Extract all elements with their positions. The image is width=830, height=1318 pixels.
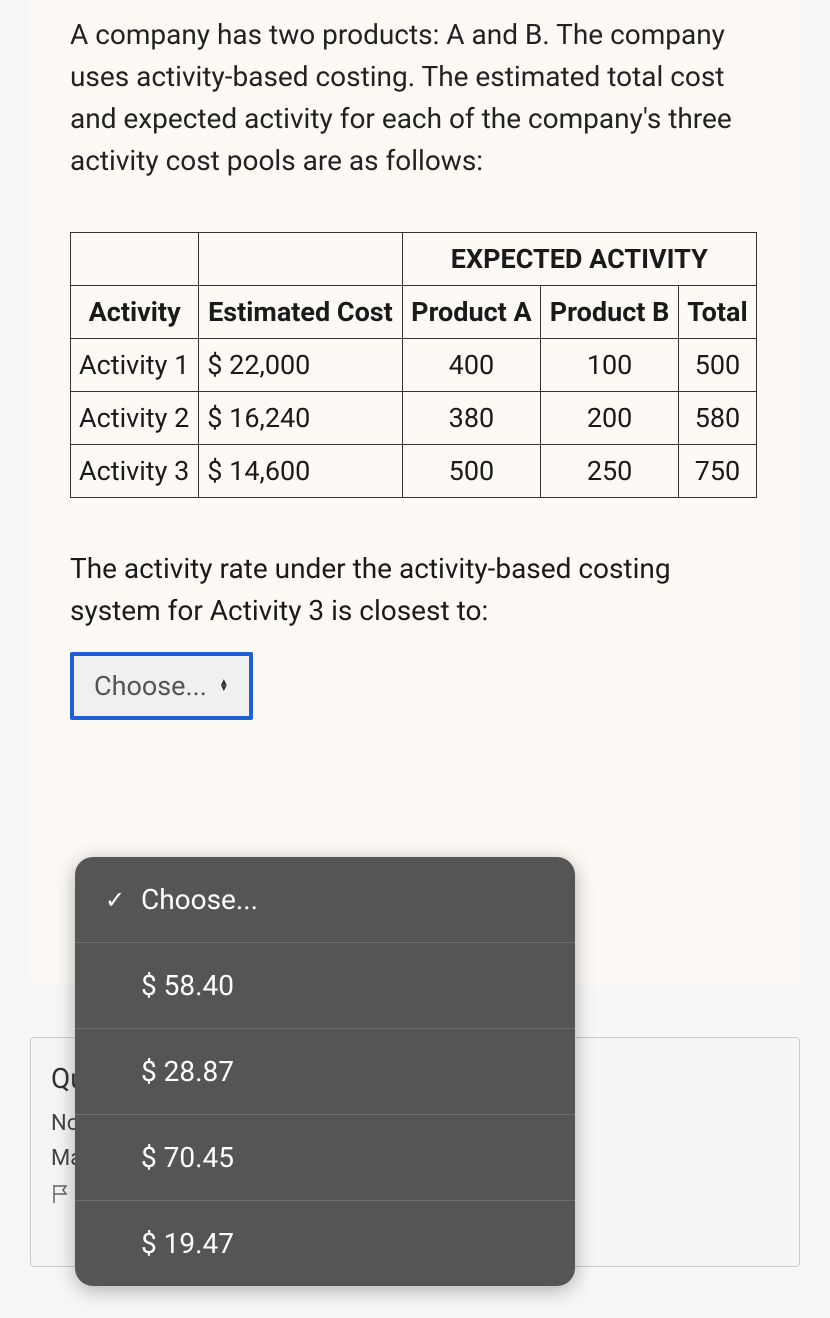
cell-cost: $ 16,240 [199,392,402,445]
table-col-product-b: Product B [541,286,679,339]
table-header-expected-activity: EXPECTED ACTIVITY [402,233,756,286]
dropdown-option-label: $ 58.40 [141,969,234,1002]
dropdown-placeholder: Choose... [94,670,207,702]
cell-cost: $ 14,600 [199,445,402,498]
table-row: Activity 1 $ 22,000 400 100 500 [71,339,757,392]
cell-product-a: 380 [402,392,541,445]
dropdown-option-3[interactable]: $ 70.45 [75,1115,575,1201]
dropdown-option-4[interactable]: $ 19.47 [75,1201,575,1286]
answer-dropdown[interactable]: Choose... ▲▼ [70,652,253,720]
cell-total: 500 [678,339,756,392]
cell-product-a: 500 [402,445,541,498]
activity-table: EXPECTED ACTIVITY Activity Estimated Cos… [70,232,757,498]
dropdown-option-label: $ 19.47 [141,1227,234,1260]
table-header-blank1 [71,233,199,286]
dropdown-option-label: Choose... [141,883,258,916]
check-icon: ✓ [105,886,141,914]
cell-product-b: 200 [541,392,679,445]
table-row: Activity 2 $ 16,240 380 200 580 [71,392,757,445]
question-intro-text: A company has two products: A and B. The… [70,14,760,182]
cell-product-a: 400 [402,339,541,392]
flag-icon [51,1186,71,1211]
question-card: A company has two products: A and B. The… [30,0,800,985]
table-row: Activity 3 $ 14,600 500 250 750 [71,445,757,498]
dropdown-option-label: $ 28.87 [141,1055,234,1088]
dropdown-menu: ✓ Choose... $ 58.40 $ 28.87 $ 70.45 $ 19… [75,857,575,1286]
cell-total: 580 [678,392,756,445]
cell-cost: $ 22,000 [199,339,402,392]
cell-activity: Activity 2 [71,392,199,445]
table-col-product-a: Product A [402,286,541,339]
table-col-total: Total [678,286,756,339]
table-col-activity: Activity [71,286,199,339]
cell-product-b: 250 [541,445,679,498]
cell-total: 750 [678,445,756,498]
cell-activity: Activity 3 [71,445,199,498]
dropdown-option-label: $ 70.45 [141,1141,234,1174]
dropdown-option-choose[interactable]: ✓ Choose... [75,857,575,943]
question-followup-text: The activity rate under the activity-bas… [70,548,760,632]
dropdown-option-1[interactable]: $ 58.40 [75,943,575,1029]
dropdown-option-2[interactable]: $ 28.87 [75,1029,575,1115]
cell-activity: Activity 1 [71,339,199,392]
table-header-blank2 [199,233,402,286]
cell-product-b: 100 [541,339,679,392]
chevron-updown-icon: ▲▼ [219,680,229,692]
table-col-estimated-cost: Estimated Cost [199,286,402,339]
